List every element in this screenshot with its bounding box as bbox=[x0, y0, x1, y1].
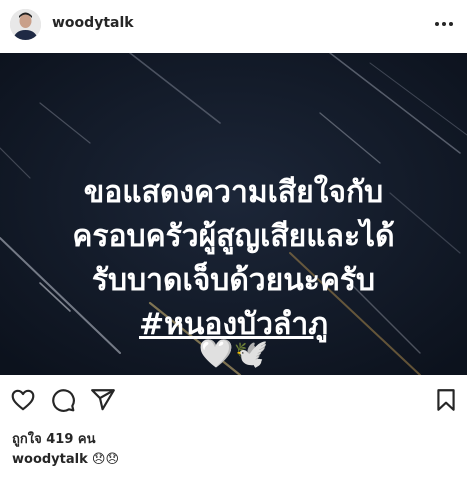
avatar-image bbox=[10, 9, 41, 40]
post-header: woodytalk bbox=[0, 0, 467, 52]
post-image-text: ขอแสดงความเสียใจกับ ครอบครัวผู้สูญเสียแล… bbox=[0, 171, 467, 347]
heart-icon[interactable] bbox=[10, 387, 36, 413]
more-options-icon[interactable] bbox=[433, 14, 455, 34]
image-text-line-1: ขอแสดงความเสียใจกับ bbox=[83, 175, 384, 210]
send-icon[interactable] bbox=[90, 387, 116, 413]
like-count[interactable]: ถูกใจ 419 คน bbox=[12, 428, 95, 449]
image-emoji: 🤍🕊️ bbox=[198, 337, 269, 370]
bookmark-icon[interactable] bbox=[433, 387, 459, 413]
avatar[interactable] bbox=[10, 9, 41, 40]
post-caption: woodytalk 😞😞 bbox=[12, 452, 119, 467]
username[interactable]: woodytalk bbox=[52, 15, 134, 31]
image-text-line-2: ครอบครัวผู้สูญเสียและได้ bbox=[72, 219, 395, 254]
post-image[interactable]: ขอแสดงความเสียใจกับ ครอบครัวผู้สูญเสียแล… bbox=[0, 53, 467, 375]
comment-icon[interactable] bbox=[50, 387, 76, 413]
caption-username[interactable]: woodytalk bbox=[12, 452, 88, 467]
caption-text: 😞😞 bbox=[91, 452, 119, 467]
image-text-line-3: รับบาดเจ็บด้วยนะครับ bbox=[91, 263, 376, 298]
action-bar bbox=[0, 383, 467, 417]
